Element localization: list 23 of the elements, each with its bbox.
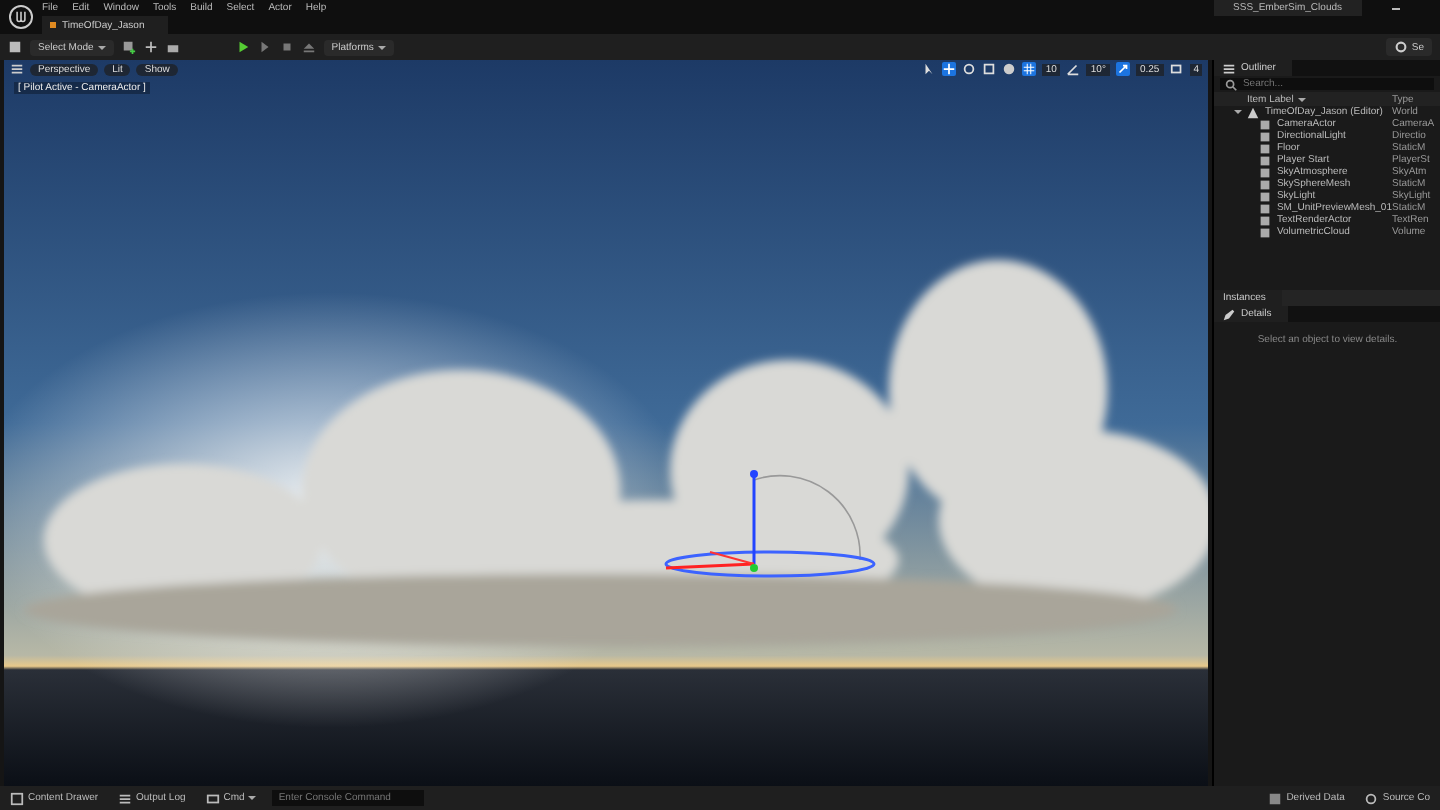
log-icon	[118, 791, 133, 805]
camera-icon[interactable]	[1169, 62, 1184, 76]
angle-snap-icon[interactable]	[1066, 62, 1081, 76]
drawer-icon	[10, 791, 24, 805]
gear-icon	[1393, 40, 1408, 54]
add-content-icon[interactable]	[121, 40, 136, 54]
database-icon	[1268, 791, 1283, 805]
terminal-icon	[205, 791, 220, 805]
eject-icon[interactable]	[301, 40, 316, 54]
select-icon[interactable]	[921, 62, 936, 76]
stop-icon[interactable]	[279, 40, 294, 54]
minimize-icon[interactable]	[1392, 7, 1400, 9]
expand-arrow-icon[interactable]	[1234, 108, 1243, 116]
viewport-menu-icon[interactable]	[10, 62, 24, 76]
search-icon	[1224, 77, 1239, 91]
list-icon	[1222, 61, 1237, 75]
step-icon[interactable]	[257, 40, 272, 54]
engine-logo-icon[interactable]	[8, 4, 34, 30]
play-icon[interactable]	[235, 40, 250, 54]
rotate-icon[interactable]	[961, 62, 976, 76]
scale-icon[interactable]	[981, 62, 996, 76]
save-icon[interactable]	[8, 40, 22, 54]
circle-icon	[1364, 791, 1379, 805]
